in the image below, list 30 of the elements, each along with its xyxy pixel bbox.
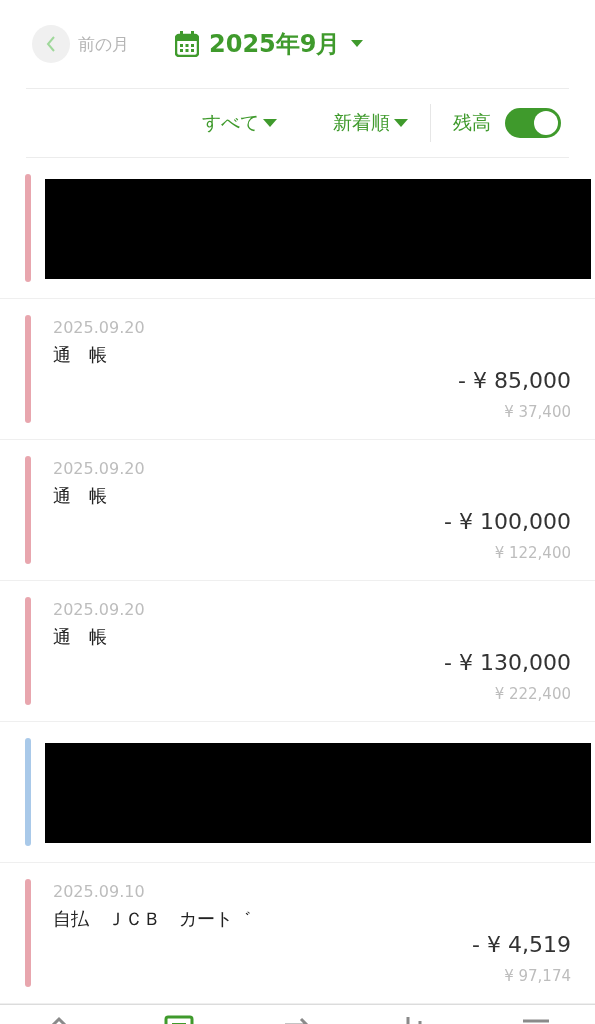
month-picker[interactable]: 2025年9月 [175,28,363,60]
transaction-name: 通 帳 [53,625,108,649]
caret-icon [394,118,408,128]
back-icon [32,25,70,63]
running-balance: ¥ 222,400 [494,685,571,703]
transaction-date: 2025.09.20 [53,318,145,337]
transaction-row[interactable]: 2025.09.20 通 帳 - ¥ 85,000 ¥ 37,400 [0,299,595,440]
transaction-name: 通 帳 [53,343,108,367]
transaction-name: 通 帳 [53,484,108,508]
balance-label: 残高 [453,110,491,135]
transaction-row[interactable]: 2025.09.20 通 帳 - ¥ 130,000 ¥ 222,400 [0,581,595,722]
caret-icon [263,118,277,128]
transaction-date: 2025.09.20 [53,600,145,619]
calendar-icon [175,31,199,57]
transaction-date: 2025.09.20 [53,459,145,478]
transaction-row[interactable]: 2025.09.10 自払 ＪＣＢ カート゛ - ¥ 4,519 ¥ 97,174 [0,863,595,1004]
transaction-name: 自払 ＪＣＢ カート゛ [53,907,251,931]
caret-icon [350,40,363,48]
category-filter[interactable]: すべて [202,110,277,136]
running-balance: ¥ 122,400 [494,544,571,562]
sort-dropdown[interactable]: 新着順 [333,110,408,136]
transaction-amount: - ¥ 100,000 [444,509,571,534]
transaction-amount: - ¥ 4,519 [472,932,571,957]
transaction-amount: - ¥ 85,000 [458,368,571,393]
balance-toggle[interactable] [505,108,561,138]
running-balance: ¥ 97,174 [504,967,571,985]
transaction-amount: - ¥ 130,000 [444,650,571,675]
transaction-row[interactable]: 2025.09.20 通 帳 - ¥ 100,000 ¥ 122,400 [0,440,595,581]
transaction-date: 2025.09.10 [53,882,146,901]
running-balance: ¥ 37,400 [504,403,571,421]
